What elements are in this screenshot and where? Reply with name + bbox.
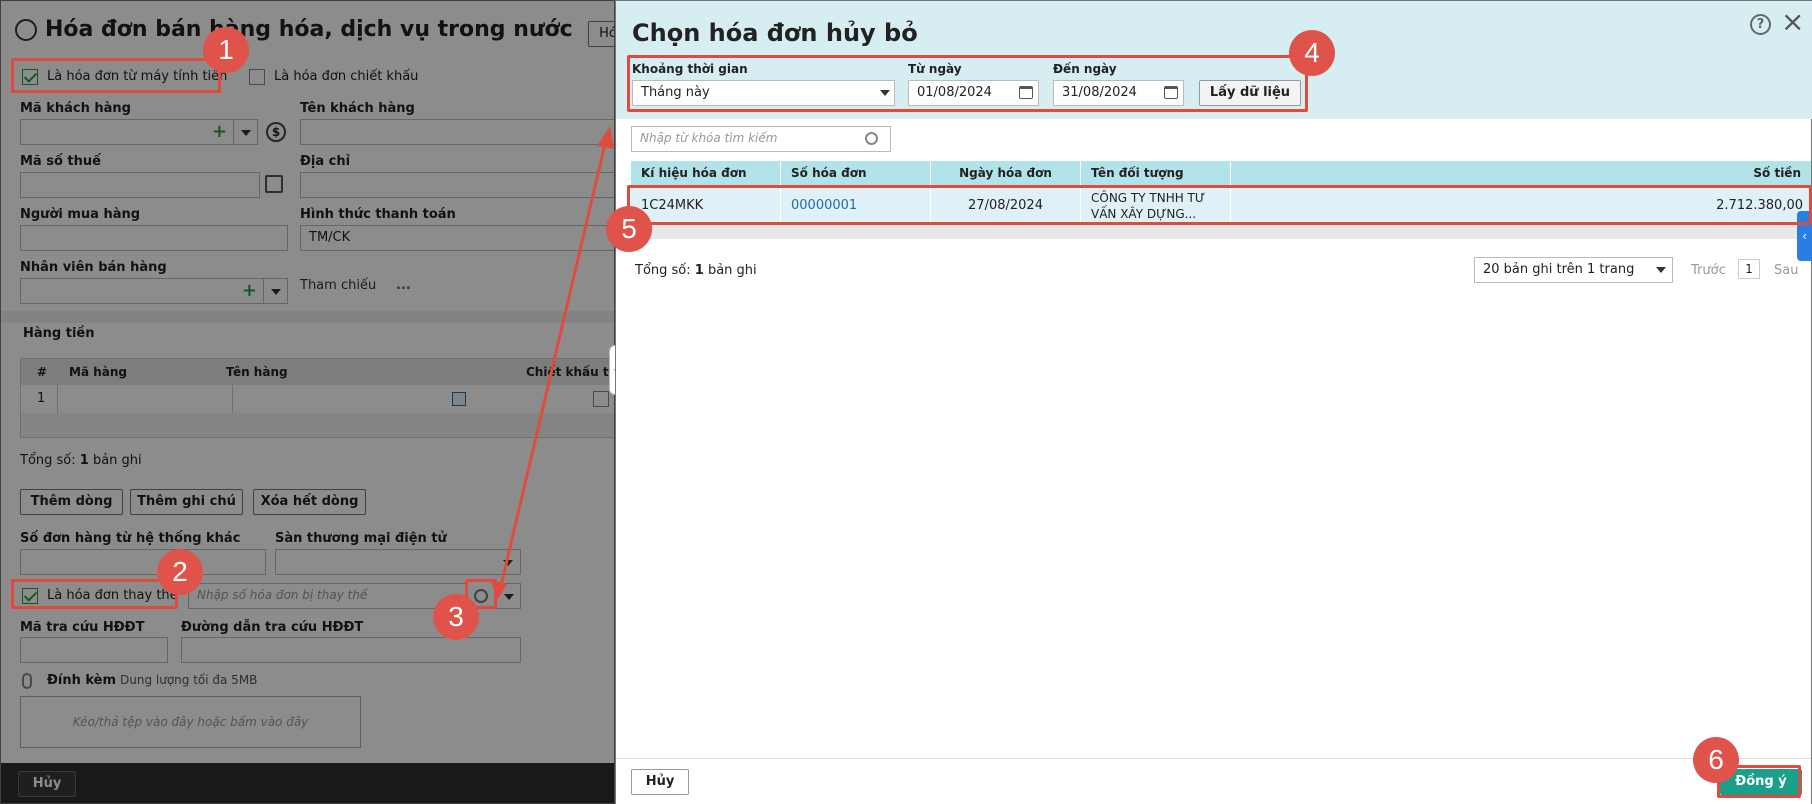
chevron-down-icon[interactable] [496,550,520,574]
dialog-title: Chọn hóa đơn hủy bỏ [632,19,918,47]
table-row: 1 [21,385,614,413]
annotation-box-filter [627,55,1308,112]
col-symbol: Kí hiệu hóa đơn [631,161,781,185]
cancel-invoice-dialog: Chọn hóa đơn hủy bỏ ? × Khoảng thời gian… [615,0,1812,804]
grid-scrollbar[interactable] [631,225,1811,239]
help-icon[interactable]: ? [1750,14,1771,35]
close-icon[interactable]: × [1781,7,1804,37]
sales-staff-input[interactable]: + [20,278,288,304]
form-cancel-button[interactable]: Hủy [18,771,76,797]
item-code-cell[interactable] [57,385,233,413]
col-item-name: Tên hàng [226,365,288,379]
col-name: Tên đối tượng [1081,161,1231,185]
address-label: Địa chỉ [300,154,351,169]
tax-code-input[interactable] [20,172,260,198]
dialog-footer [616,758,1811,804]
attachment-label: Đính kèm [47,673,117,688]
search-icon[interactable] [865,132,878,145]
ecommerce-label: Sàn thương mại điện tử [275,531,447,546]
lookup-link-label: Đường dẫn tra cứu HĐĐT [181,620,364,635]
dialog-cancel-button[interactable]: Hủy [631,769,689,795]
tax-lookup-icon[interactable] [265,175,283,193]
step-badge-1: 1 [203,27,249,73]
annotation-box-row [627,185,1812,225]
current-page[interactable]: 1 [1738,259,1760,279]
customer-name-input[interactable] [300,119,614,145]
customer-code-label: Mã khách hàng [20,101,131,116]
invoice-form: Hóa đơn bán hàng hóa, dịch vụ trong nước… [0,0,615,804]
row-index: 1 [37,391,46,406]
discount-invoice-label: Là hóa đơn chiết khấu [274,69,419,84]
step-badge-4: 4 [1289,30,1335,76]
replaced-invoice-dropdown[interactable] [496,583,521,609]
form-type-button[interactable]: Hó [588,21,614,47]
add-row-button[interactable]: Thêm dòng [20,489,123,515]
prev-page-button[interactable]: Trước [1691,263,1726,278]
table-header: # Mã hàng Tên hàng Chiết khấu thư [21,359,614,385]
buyer-label: Người mua hàng [20,207,141,222]
order-number-label: Số đơn hàng từ hệ thống khác [20,531,241,546]
chevron-down-icon[interactable] [263,279,287,303]
add-note-button[interactable]: Thêm ghi chú [130,489,243,515]
search-input[interactable]: Nhập từ khóa tìm kiếm [631,126,891,152]
payment-method-input[interactable]: TM/CK [300,225,614,251]
add-icon[interactable]: + [212,121,227,142]
sales-staff-label: Nhân viên bán hàng [20,260,167,275]
lookup-code-input[interactable] [20,637,168,663]
currency-icon[interactable]: $ [266,122,286,142]
customer-code-input[interactable]: + [20,119,258,145]
section-separator [1,311,614,323]
col-discount: Chiết khấu thư [526,365,614,379]
attachment-hint: Dung lượng tối đa 5MB [120,673,258,687]
step-badge-3: 3 [433,594,479,640]
lookup-link-input[interactable] [181,637,521,663]
grid-total: Tổng số: 1 bản ghi [635,263,757,278]
chevron-down-icon[interactable] [233,120,257,144]
step-badge-6: 6 [1693,737,1739,783]
discount-checkbox[interactable] [593,391,609,407]
col-date: Ngày hóa đơn [931,161,1081,185]
form-title: Hóa đơn bán hàng hóa, dịch vụ trong nước [45,17,573,42]
lookup-code-label: Mã tra cứu HĐĐT [20,620,145,635]
annotation-box-machine-invoice [11,58,221,93]
attachment-dropzone[interactable]: Kéo/thả tệp vào đây hoặc bấm vào đây [20,696,361,748]
items-table: # Mã hàng Tên hàng Chiết khấu thư 1 [20,358,614,438]
replaced-invoice-input[interactable]: Nhập số hóa đơn bị thay thế [188,583,466,609]
invoice-grid-header: Kí hiệu hóa đơn Số hóa đơn Ngày hóa đơn … [631,161,1811,185]
col-index: # [37,365,48,379]
reference-label: Tham chiếu [300,278,377,293]
next-page-button[interactable]: Sau [1774,263,1798,278]
ecommerce-select[interactable] [275,549,521,575]
form-footer [1,763,614,803]
section-title: Hàng tiền [23,326,95,341]
reference-link[interactable]: ... [396,278,411,293]
add-icon[interactable]: + [242,280,257,301]
chevron-down-icon[interactable] [497,584,521,608]
chevron-down-icon[interactable] [1656,267,1666,273]
col-item-code: Mã hàng [69,365,127,379]
step-badge-2: 2 [157,549,203,595]
col-amount: Số tiền [1753,166,1801,180]
annotation-box-replacement [11,579,178,609]
edit-icon[interactable] [452,392,466,406]
delete-all-rows-button[interactable]: Xóa hết dòng [253,489,366,515]
payment-method-label: Hình thức thanh toán [300,207,456,222]
items-total: Tổng số: 1 bản ghi [20,453,142,468]
address-input[interactable] [300,172,614,198]
tax-code-label: Mã số thuế [20,154,101,169]
step-badge-5: 5 [606,206,652,252]
customer-name-label: Tên khách hàng [300,101,415,116]
history-icon [15,19,37,41]
page-size-select[interactable]: 20 bản ghi trên 1 trang [1474,257,1673,283]
col-number: Số hóa đơn [781,161,931,185]
discount-invoice-checkbox[interactable] [249,69,265,85]
order-number-input[interactable] [20,549,266,575]
buyer-input[interactable] [20,225,288,251]
paperclip-icon [22,673,32,689]
